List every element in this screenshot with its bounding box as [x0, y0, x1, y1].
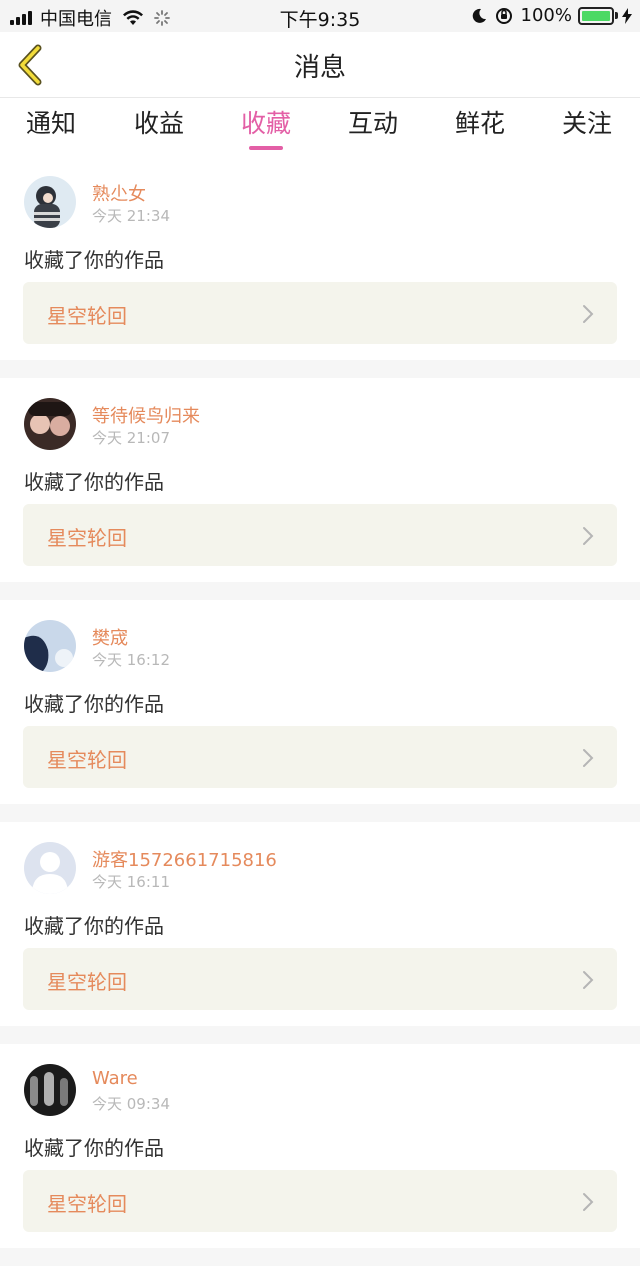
tab-label: 互动	[347, 109, 398, 138]
work-title: 星空轮回	[47, 304, 127, 328]
chevron-right-icon	[583, 749, 594, 767]
tab-notifications[interactable]: 通知	[6, 104, 96, 140]
avatar[interactable]	[24, 398, 76, 450]
work-title: 星空轮回	[47, 970, 127, 994]
tab-label: 收益	[133, 109, 184, 138]
tab-bar: 通知 收益 收藏 互动 鲜花 关注	[0, 98, 640, 156]
tab-earnings[interactable]: 收益	[114, 104, 204, 140]
user-name[interactable]: 熟尐女	[92, 180, 146, 206]
work-link[interactable]: 星空轮回	[23, 282, 617, 344]
tab-following[interactable]: 关注	[542, 104, 632, 140]
work-link[interactable]: 星空轮回	[23, 504, 617, 566]
work-title: 星空轮回	[47, 526, 127, 550]
tab-label: 关注	[561, 109, 612, 138]
user-name[interactable]: Ware	[92, 1068, 138, 1089]
user-name[interactable]: 等待候鸟归来	[92, 402, 200, 428]
battery-percent: 100%	[520, 5, 572, 26]
message-text: 收藏了你的作品	[24, 248, 164, 272]
avatar[interactable]	[24, 1064, 76, 1116]
nav-bar: 消息	[0, 32, 640, 98]
tab-label: 通知	[25, 109, 76, 138]
chevron-right-icon	[583, 1193, 594, 1211]
status-bar: 中国电信 下午9:35 100%	[0, 0, 640, 32]
user-name[interactable]: 樊宬	[92, 624, 128, 650]
orientation-lock-icon	[495, 7, 512, 24]
moon-icon	[472, 8, 486, 23]
tab-favorites[interactable]: 收藏	[221, 104, 311, 150]
avatar[interactable]	[24, 620, 76, 672]
avatar[interactable]	[24, 176, 76, 228]
message-time: 今天 09:34	[92, 1095, 170, 1113]
status-right: 100%	[471, 5, 632, 26]
work-link[interactable]: 星空轮回	[23, 726, 617, 788]
tab-label: 收藏	[240, 109, 291, 138]
work-link[interactable]: 星空轮回	[23, 948, 617, 1010]
message-time: 今天 21:07	[92, 429, 170, 447]
message-text: 收藏了你的作品	[24, 1136, 164, 1160]
message-card: 樊宬 今天 16:12 收藏了你的作品 星空轮回	[0, 600, 640, 804]
message-card: 游客1572661715816 今天 16:11 收藏了你的作品 星空轮回	[0, 822, 640, 1026]
chevron-right-icon	[583, 971, 594, 989]
message-card: 熟尐女 今天 21:34 收藏了你的作品 星空轮回	[0, 156, 640, 360]
chevron-right-icon	[583, 305, 594, 323]
page-title: 消息	[293, 53, 346, 83]
message-time: 今天 16:11	[92, 873, 170, 891]
message-time: 今天 16:12	[92, 651, 170, 669]
message-text: 收藏了你的作品	[24, 914, 164, 938]
message-text: 收藏了你的作品	[24, 692, 164, 716]
user-name[interactable]: 游客1572661715816	[92, 846, 277, 872]
battery-icon	[578, 6, 618, 25]
message-list: 熟尐女 今天 21:34 收藏了你的作品 星空轮回 等待候鸟归来 今天 21:0…	[0, 156, 640, 1266]
work-title: 星空轮回	[47, 748, 127, 772]
charging-bolt-icon	[622, 7, 632, 24]
avatar[interactable]	[24, 842, 76, 894]
work-link[interactable]: 星空轮回	[23, 1170, 617, 1232]
message-time: 今天 21:34	[92, 207, 170, 225]
active-tab-indicator	[249, 146, 283, 150]
tab-flowers[interactable]: 鲜花	[435, 104, 525, 140]
tab-interactions[interactable]: 互动	[328, 104, 418, 140]
chevron-right-icon	[583, 527, 594, 545]
work-title: 星空轮回	[47, 1192, 127, 1216]
message-card: Ware 今天 09:34 收藏了你的作品 星空轮回	[0, 1044, 640, 1248]
tab-label: 鲜花	[454, 109, 505, 138]
message-text: 收藏了你的作品	[24, 470, 164, 494]
message-card: 等待候鸟归来 今天 21:07 收藏了你的作品 星空轮回	[0, 378, 640, 582]
